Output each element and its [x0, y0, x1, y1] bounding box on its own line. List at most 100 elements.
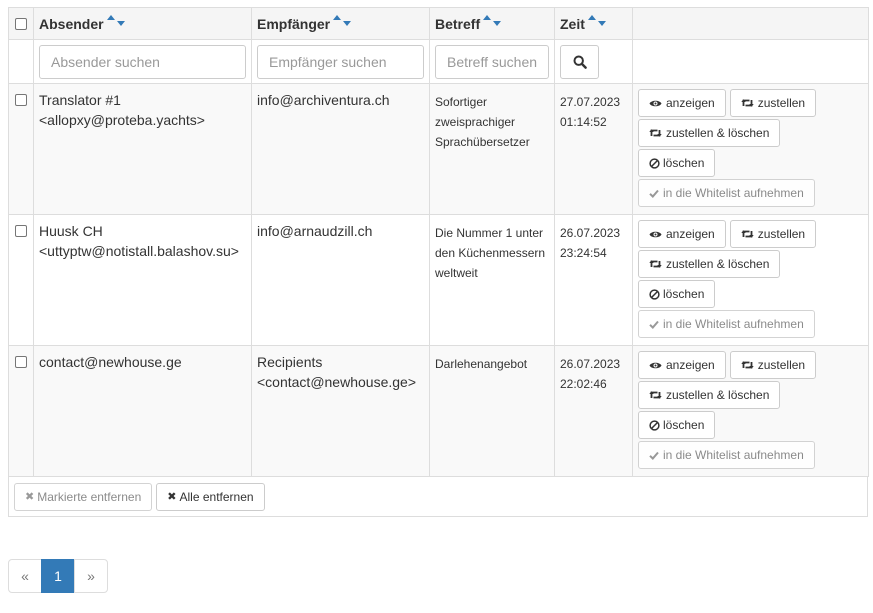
sort-icon[interactable] — [587, 14, 608, 27]
delete-label: löschen — [663, 287, 705, 301]
subject-cell: Darlehenangebot — [429, 345, 555, 477]
ban-icon — [649, 419, 660, 431]
subject-text: Darlehenangebot — [435, 357, 528, 371]
retweet-icon — [741, 230, 754, 238]
view-button[interactable]: anzeigen — [638, 89, 726, 117]
received-time: 01:14:52 — [560, 115, 607, 129]
search-checkbox-cell — [8, 39, 34, 84]
deliver-delete-label: zustellen & löschen — [666, 257, 770, 271]
view-label: anzeigen — [666, 358, 715, 372]
eye-icon — [649, 362, 662, 368]
row-checkbox[interactable] — [15, 356, 27, 368]
close-icon: ✖ — [167, 490, 177, 503]
check-icon — [649, 451, 659, 460]
row-checkbox[interactable] — [15, 225, 27, 237]
retweet-icon — [741, 99, 754, 107]
column-header-label: Zeit — [560, 15, 585, 32]
sender-name: Huusk CH — [39, 223, 103, 239]
row-checkbox-cell — [8, 345, 34, 477]
search-button[interactable] — [560, 44, 599, 79]
sort-icon[interactable] — [106, 14, 127, 27]
whitelist-button[interactable]: in die Whitelist aufnehmen — [638, 179, 815, 207]
recipient-cell: info@archiventura.ch — [251, 83, 430, 215]
column-header-recipient[interactable]: Empfänger — [251, 7, 430, 40]
sender-cell: Huusk CH <uttyptw@notistall.balashov.su> — [33, 214, 252, 346]
deliver-delete-button[interactable]: zustellen & löschen — [638, 119, 781, 147]
sender-cell: contact@newhouse.ge — [33, 345, 252, 477]
subject-search-input[interactable] — [435, 44, 549, 79]
check-icon — [649, 320, 659, 329]
subject-cell: Die Nummer 1 unter den Küchenmessern wel… — [429, 214, 555, 346]
view-button[interactable]: anzeigen — [638, 351, 726, 379]
delete-button[interactable]: löschen — [638, 280, 716, 308]
actions-cell: anzeigen zustellen zustellen & löschen lösc… — [632, 83, 869, 215]
retweet-icon — [649, 260, 662, 268]
sender-search-input[interactable] — [39, 44, 246, 79]
mail-table: Absender Empfänger Betreff Zeit Absender… — [8, 7, 869, 477]
received-date: 26.07.2023 — [560, 226, 621, 240]
deliver-label: zustellen — [757, 358, 806, 372]
recipient-cell: Recipients <contact@newhouse.ge> — [251, 345, 430, 477]
recipient-name: info@archiventura.ch — [257, 92, 390, 108]
remove-all-label: Alle entfernen — [179, 490, 254, 504]
ban-icon — [649, 157, 660, 169]
column-header-subject[interactable]: Betreff — [429, 7, 555, 40]
recipient-address: <contact@newhouse.ge> — [257, 374, 416, 390]
sender-address: <allopxy@proteba.yachts> — [39, 112, 205, 128]
whitelist-label: in die Whitelist aufnehmen — [663, 186, 804, 200]
received-time: 22:02:46 — [560, 377, 607, 391]
row-checkbox-cell — [8, 214, 34, 346]
whitelist-button[interactable]: in die Whitelist aufnehmen — [638, 310, 815, 338]
table-header-row: Absender Empfänger Betreff Zeit — [8, 7, 869, 40]
column-header-time[interactable]: Zeit — [554, 7, 633, 40]
pagination-next[interactable]: » — [74, 559, 108, 593]
remove-all-button[interactable]: ✖ Alle entfernen — [156, 483, 265, 511]
sort-icon[interactable] — [333, 14, 353, 27]
deliver-label: zustellen — [757, 96, 806, 110]
remove-marked-button[interactable]: ✖ Markierte entfernen — [14, 483, 153, 511]
table-row: contact@newhouse.ge Recipients <contact@ne… — [8, 345, 869, 477]
subject-cell: Sofortiger zweisprachiger Sprachübersetz… — [429, 83, 555, 215]
whitelist-button[interactable]: in die Whitelist aufnehmen — [638, 441, 815, 469]
deliver-delete-button[interactable]: zustellen & löschen — [638, 381, 781, 409]
search-icon — [573, 55, 587, 69]
view-button[interactable]: anzeigen — [638, 220, 726, 248]
deliver-button[interactable]: zustellen — [729, 220, 817, 248]
subject-text: Die Nummer 1 unter den Küchenmessern wel… — [435, 226, 546, 280]
recipient-name: info@arnaudzill.ch — [257, 223, 373, 239]
search-recipient-cell — [251, 39, 430, 84]
table-row: Translator #1 <allopxy@proteba.yachts> inf… — [8, 83, 869, 215]
delete-button[interactable]: löschen — [638, 149, 716, 177]
search-empty-cell — [632, 39, 869, 84]
row-checkbox-cell — [8, 83, 34, 215]
sort-icon[interactable] — [483, 14, 503, 27]
eye-icon — [649, 100, 662, 106]
deliver-delete-label: zustellen & löschen — [666, 388, 770, 402]
recipient-name: Recipients — [257, 354, 323, 370]
column-header-sender[interactable]: Absender — [33, 7, 252, 40]
received-date: 26.07.2023 — [560, 357, 621, 371]
retweet-icon — [649, 129, 662, 137]
whitelist-label: in die Whitelist aufnehmen — [663, 448, 804, 462]
received-date: 27.07.2023 — [560, 95, 621, 109]
recipient-cell: info@arnaudzill.ch — [251, 214, 430, 346]
deliver-button[interactable]: zustellen — [729, 351, 817, 379]
deliver-delete-button[interactable]: zustellen & löschen — [638, 250, 781, 278]
column-header-label: Empfänger — [257, 15, 331, 32]
retweet-icon — [741, 361, 754, 369]
remove-marked-label: Markierte entfernen — [37, 490, 142, 504]
search-button-cell — [554, 39, 633, 84]
pagination-prev[interactable]: « — [8, 559, 42, 593]
deliver-button[interactable]: zustellen — [729, 89, 817, 117]
sender-name: contact@newhouse.ge — [39, 354, 182, 370]
ban-icon — [649, 288, 660, 300]
view-label: anzeigen — [666, 227, 715, 241]
select-all-checkbox[interactable] — [15, 17, 27, 30]
row-checkbox[interactable] — [15, 94, 27, 106]
pagination-page-current[interactable]: 1 — [41, 559, 75, 593]
recipient-search-input[interactable] — [257, 44, 424, 79]
close-icon: ✖ — [25, 490, 35, 503]
retweet-icon — [649, 391, 662, 399]
delete-button[interactable]: löschen — [638, 411, 716, 439]
eye-icon — [649, 231, 662, 237]
